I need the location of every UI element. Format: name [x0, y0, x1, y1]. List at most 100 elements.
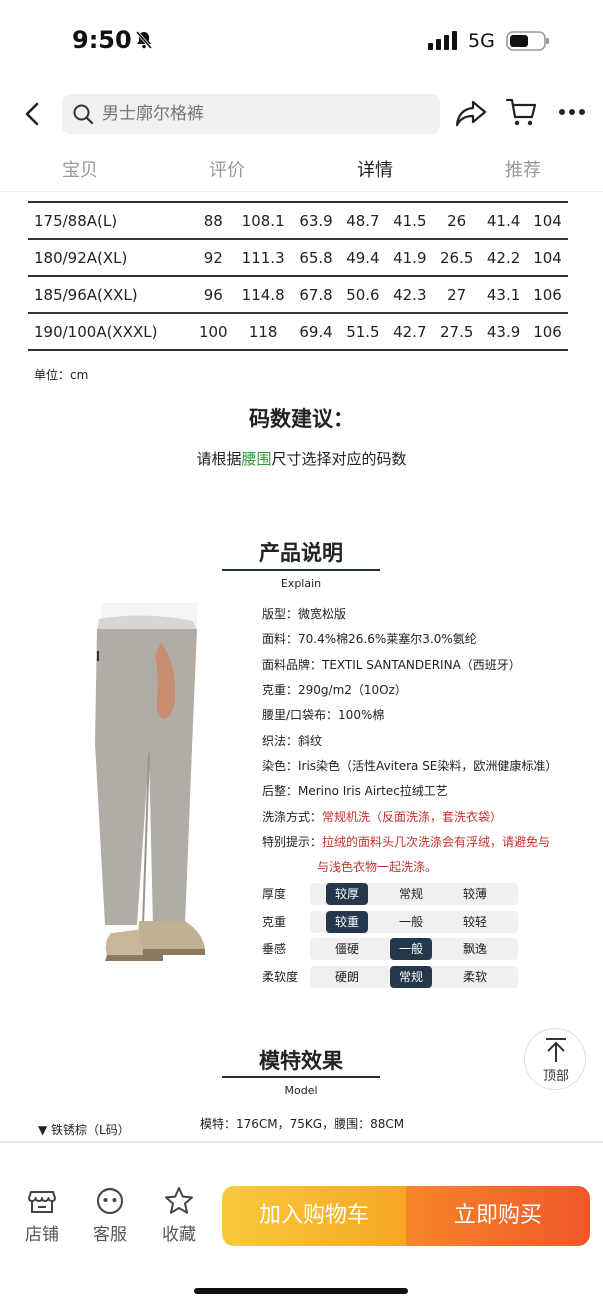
size-value-cell: 41.9	[386, 239, 434, 277]
home-indicator	[194, 1288, 408, 1294]
size-table: 170/84A(M)84104.862.14841.125.540.510217…	[28, 193, 568, 351]
model-photo	[0, 1141, 603, 1143]
size-value-cell: 62.1	[292, 193, 340, 203]
search-header	[0, 90, 603, 138]
wash-value: 常规机洗（反面洗涤，套洗衣袋）	[322, 810, 503, 824]
status-time: 9:50	[72, 26, 132, 54]
spec-weight: 克重：290g/m2（10Oz）	[262, 683, 407, 697]
size-value-cell: 50.6	[339, 276, 387, 314]
size-value-cell: 27.5	[433, 313, 481, 351]
size-table-row: 190/100A(XXXL) 100 118 69.4 51.5 42.7 27.5 43.9…	[28, 313, 568, 351]
size-label-cell: 170/84A(M)	[28, 193, 193, 203]
model-title-underline	[222, 1076, 380, 1078]
size-value-cell: 49.4	[339, 239, 387, 277]
fabric-scale-option: 常规	[398, 887, 423, 901]
spec-wash: 洗涤方式：常规机洗（反面洗涤，套洗衣袋）	[262, 808, 502, 825]
back-arrow-icon[interactable]	[20, 100, 44, 128]
size-value-cell: 106	[527, 313, 568, 351]
size-unit: 单位：cm	[34, 368, 89, 382]
fabric-scale-label: 柔软度	[262, 969, 299, 984]
fabric-scale-option: 一般	[398, 914, 423, 929]
search-input[interactable]	[102, 94, 422, 134]
favorite-button[interactable]: 收藏	[159, 1186, 199, 1245]
size-value-cell: 104	[527, 202, 568, 240]
size-label-cell: 190/100A(XXXL)	[28, 313, 193, 351]
special-value-line2: 与浅色衣物一起洗涤。	[317, 860, 438, 874]
product-title: 产品说明	[259, 541, 343, 565]
size-value-cell: 92	[192, 239, 234, 277]
cart-icon[interactable]	[505, 96, 537, 128]
advice-text-before: 请根据	[196, 450, 242, 468]
size-value-cell: 41.1	[386, 193, 434, 203]
fabric-scale-option-selected: 较厚	[326, 883, 368, 905]
size-label-cell: 180/92A(XL)	[28, 239, 193, 277]
size-label-cell: 185/96A(XXL)	[28, 276, 193, 314]
model-title: 模特效果	[259, 1049, 343, 1073]
size-value-cell: 96	[192, 276, 234, 314]
size-value-cell: 48	[339, 193, 387, 203]
share-icon[interactable]	[455, 98, 487, 128]
detail-tabs: 宝贝 评价 详情 推荐	[0, 150, 603, 192]
more-icon[interactable]	[558, 104, 586, 120]
tab-item[interactable]: 宝贝	[62, 156, 98, 182]
fabric-scale-row: 柔软度 硬朗 常规 柔软	[262, 965, 522, 988]
variant-label: ▼ 铁锈棕（L码）	[38, 1123, 130, 1137]
service-button[interactable]: 客服	[90, 1186, 130, 1245]
size-value-cell: 26	[433, 202, 481, 240]
back-to-top-label: 顶部	[542, 1069, 569, 1084]
size-value-cell: 114.8	[233, 276, 293, 314]
size-value-cell: 41.5	[386, 202, 434, 240]
advice-text-after: 尺寸选择对应的码数	[271, 450, 407, 468]
model-info: 模特：176CM，75KG，腰围：88CM	[200, 1117, 405, 1131]
spec-fit: 版型：微宽松版	[262, 607, 347, 621]
advice-highlight: 腰围	[241, 450, 272, 468]
back-to-top-button[interactable]: 顶部	[524, 1028, 586, 1090]
size-value-cell: 25.5	[433, 193, 481, 203]
special-label: 特别提示：	[262, 835, 323, 849]
size-table-row: 185/96A(XXL) 96 114.8 67.8 50.6 42.3 27 43.1 106	[28, 276, 568, 314]
store-button[interactable]: 店铺	[22, 1186, 62, 1245]
size-value-cell: 118	[233, 313, 293, 351]
size-value-cell: 65.8	[292, 239, 340, 277]
fabric-scale-track: 较重 一般 较轻	[310, 910, 518, 933]
size-advice-text: 请根据腰围尺寸选择对应的码数	[0, 448, 603, 469]
fabric-scale-option: 飘逸	[462, 942, 487, 956]
spec-finishing: 后整：Merino Iris Airtec拉绒工艺	[262, 784, 448, 798]
size-value-cell: 69.4	[292, 313, 340, 351]
size-table-row: 175/88A(L) 88 108.1 63.9 48.7 41.5 26 41.4 104	[28, 202, 568, 240]
size-value-cell: 40.5	[480, 193, 528, 203]
search-icon	[73, 104, 94, 125]
fabric-scale-option-selected: 较重	[326, 910, 368, 933]
fabric-scale-option: 硬朗	[334, 969, 359, 984]
spec-weave: 织法：斜纹	[262, 734, 323, 748]
store-label: 店铺	[25, 1225, 59, 1245]
search-box[interactable]	[62, 94, 440, 134]
tab-reviews[interactable]: 评价	[209, 156, 245, 182]
fabric-scale-option-selected: 常规	[390, 965, 432, 988]
size-value-cell: 51.5	[339, 313, 387, 351]
size-value-cell: 26.5	[433, 239, 481, 277]
tab-recommend[interactable]: 推荐	[505, 156, 541, 182]
size-value-cell: 67.8	[292, 276, 340, 314]
size-value-cell: 42.2	[480, 239, 528, 277]
add-to-cart-button[interactable]: 加入购物车	[222, 1186, 406, 1246]
buy-now-button[interactable]: 立即购买	[406, 1186, 590, 1246]
spec-fabric-brand: 面料品牌：TEXTIL SANTANDERINA（西班牙）	[262, 658, 521, 672]
size-advice-title: 码数建议：	[249, 407, 354, 431]
size-value-cell: 43.1	[480, 276, 528, 314]
size-label-cell: 175/88A(L)	[28, 202, 193, 240]
tab-details[interactable]: 详情	[357, 156, 393, 182]
size-value-cell: 43.9	[480, 313, 528, 351]
spec-dyeing: 染色：Iris染色（活性Avitera SE染料，欧洲健康标准）	[262, 759, 558, 773]
size-value-cell: 27	[433, 276, 481, 314]
spec-special-note: 特别提示：拉绒的面料头几次洗涤会有浮绒，请避免与	[262, 833, 550, 850]
bottom-action-bar: 店铺 客服 收藏 加入购物车 立即购买	[0, 1172, 603, 1306]
size-value-cell: 42.3	[386, 276, 434, 314]
fabric-scale-track: 硬朗 常规 柔软	[310, 965, 518, 988]
size-value-cell: 106	[527, 276, 568, 314]
size-value-cell: 41.4	[480, 202, 528, 240]
size-value-cell: 42.7	[386, 313, 434, 351]
store-icon	[28, 1191, 56, 1213]
status-bar: 9:50 5G	[0, 0, 603, 80]
size-value-cell: 88	[192, 202, 234, 240]
